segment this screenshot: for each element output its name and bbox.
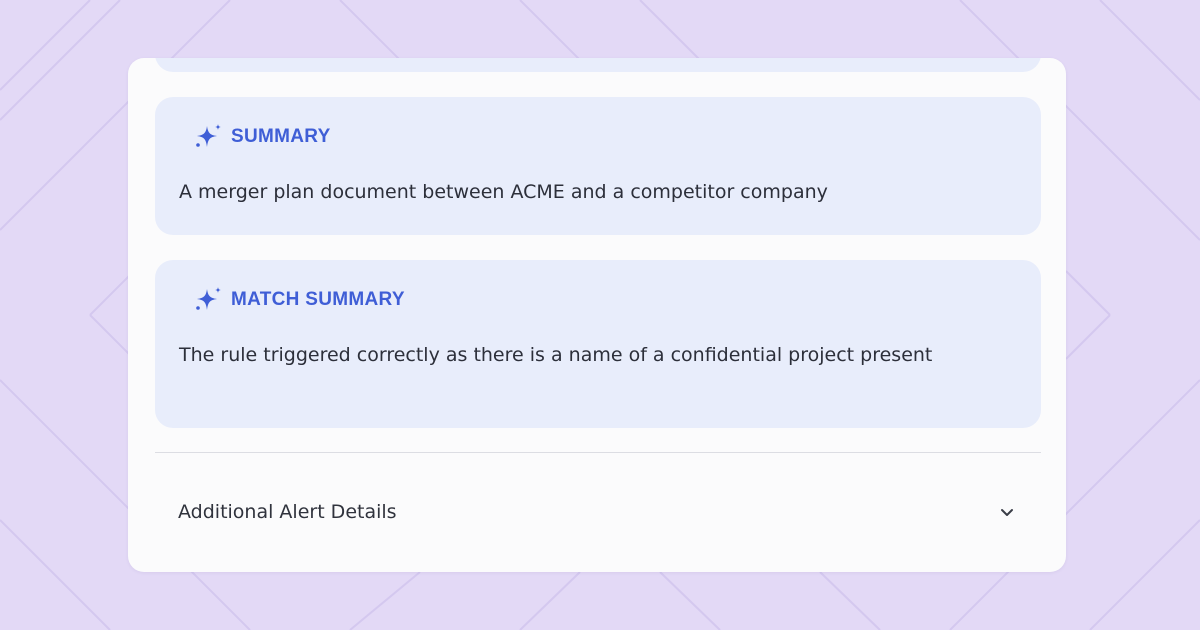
match-summary-card-header: MATCH SUMMARY — [193, 284, 405, 316]
sparkle-icon — [193, 284, 225, 316]
summary-text: A merger plan document between ACME and … — [179, 181, 828, 203]
match-summary-text: The rule triggered correctly as there is… — [179, 344, 933, 366]
additional-alert-details-label: Additional Alert Details — [178, 501, 397, 523]
section-divider — [155, 452, 1041, 453]
alert-details-panel: SUMMARY A merger plan document between A… — [128, 58, 1066, 572]
previous-card-edge — [155, 58, 1041, 72]
chevron-down-icon[interactable] — [997, 502, 1017, 522]
summary-card-header: SUMMARY — [193, 121, 331, 153]
sparkle-icon — [193, 121, 225, 153]
match-summary-title: MATCH SUMMARY — [231, 289, 405, 310]
summary-title: SUMMARY — [231, 126, 331, 147]
summary-card: SUMMARY A merger plan document between A… — [155, 97, 1041, 235]
match-summary-card: MATCH SUMMARY The rule triggered correct… — [155, 260, 1041, 428]
additional-alert-details-toggle[interactable]: Additional Alert Details — [155, 486, 1041, 538]
